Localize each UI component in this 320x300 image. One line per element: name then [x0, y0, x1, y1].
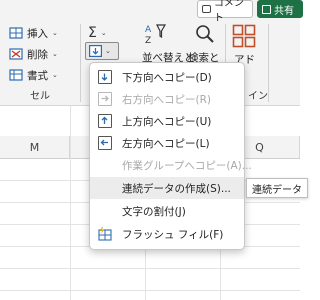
- series-tooltip: 連続データ: [246, 178, 308, 198]
- cells-group-label: セル: [30, 91, 50, 102]
- sort-filter-icon: A Z: [143, 22, 167, 46]
- menu-item-fill-left[interactable]: 左方向へコピー(L): [90, 132, 244, 154]
- menu-item-fill-down[interactable]: 下方向へコピー(D): [90, 66, 244, 88]
- menu-item-flash-fill[interactable]: フラッシュ フィル(F): [90, 223, 244, 245]
- share-icon: [262, 4, 271, 14]
- menu-item-fill-up[interactable]: 上方向へコピー(U): [90, 110, 244, 132]
- delete-label: 削除: [27, 48, 48, 61]
- menu-item-fill-right[interactable]: 右方向へコピー(R): [90, 88, 244, 110]
- fill-dropdown-menu: 下方向へコピー(D) 右方向へコピー(R) 上方向へコピー(U) 左方向へコピー…: [89, 62, 252, 250]
- comments-button[interactable]: コメント: [197, 0, 253, 24]
- find-select-icon: [193, 22, 217, 46]
- group-divider: [268, 24, 269, 102]
- group-divider: [80, 24, 81, 102]
- blank-icon: [98, 204, 112, 218]
- arrow-left-icon: [98, 136, 112, 150]
- comments-label: コメント: [213, 0, 244, 24]
- chevron-down-icon: ⌄: [52, 71, 58, 79]
- flash-fill-icon: [98, 227, 112, 241]
- menu-item-label: 下方向へコピー(D): [122, 71, 212, 84]
- comment-icon: [202, 5, 211, 13]
- menu-item-label: 上方向へコピー(U): [122, 115, 212, 128]
- menu-item-label: フラッシュ フィル(F): [122, 228, 224, 241]
- insert-label: 挿入: [27, 27, 48, 40]
- arrow-up-icon: [98, 114, 112, 128]
- blank-icon: [98, 181, 112, 195]
- delete-cells-icon: [9, 47, 23, 61]
- autosum-button[interactable]: Σ ⌄: [88, 24, 107, 42]
- delete-button[interactable]: 削除 ⌄: [9, 45, 58, 63]
- insert-cells-icon: [9, 26, 23, 40]
- menu-item-series[interactable]: 連続データの作成(S)...: [90, 177, 244, 199]
- format-cells-icon: [9, 68, 23, 82]
- menu-item-label: 文字の割付(J): [122, 205, 186, 218]
- arrow-down-icon: [98, 70, 112, 84]
- format-label: 書式: [27, 69, 48, 82]
- share-label: 共有: [274, 5, 294, 17]
- arrow-right-icon: [98, 92, 112, 106]
- insert-button[interactable]: 挿入 ⌄: [9, 24, 58, 42]
- menu-item-justify[interactable]: 文字の割付(J): [90, 200, 244, 222]
- addins-icon[interactable]: [232, 24, 256, 48]
- row-gridline: [0, 290, 300, 291]
- chevron-down-icon: ⌄: [100, 29, 107, 37]
- fill-button[interactable]: ⌄: [85, 42, 119, 60]
- column-header-m[interactable]: M: [0, 136, 70, 158]
- editing-group-label: イン: [248, 91, 268, 102]
- chevron-down-icon: ⌄: [52, 29, 58, 37]
- fill-down-icon: [89, 45, 103, 58]
- menu-item-across-worksheets[interactable]: 作業グループへコピー(A)...: [90, 154, 252, 176]
- svg-text:A: A: [145, 25, 152, 35]
- chevron-down-icon: ⌄: [105, 47, 111, 55]
- menu-item-label: 連続データの作成(S)...: [122, 182, 231, 195]
- menu-item-label: 右方向へコピー(R): [122, 93, 211, 106]
- format-button[interactable]: 書式 ⌄: [9, 66, 58, 84]
- column-gridline: [70, 106, 71, 300]
- share-button[interactable]: 共有: [257, 0, 303, 18]
- blank-icon: [98, 158, 112, 172]
- menu-item-label: 左方向へコピー(L): [122, 137, 210, 150]
- sigma-icon: Σ: [88, 25, 97, 41]
- svg-text:Z: Z: [145, 36, 151, 46]
- menu-item-label: 作業グループへコピー(A)...: [122, 159, 252, 172]
- chevron-down-icon: ⌄: [52, 50, 58, 58]
- row-gridline: [0, 268, 300, 269]
